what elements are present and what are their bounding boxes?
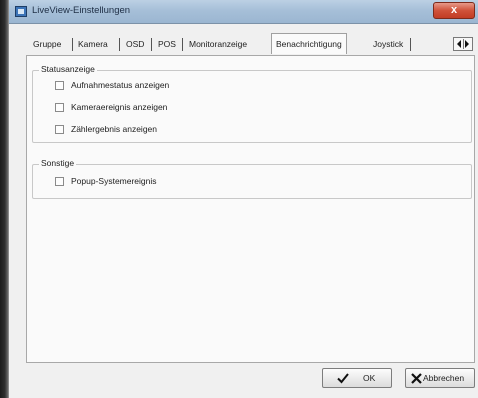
tab-panel-benachrichtigung: Statusanzeige Aufnahmestatus anzeigen Ka…: [26, 55, 475, 363]
close-icon: x: [450, 4, 458, 16]
cancel-button-label: Abbrechen: [423, 373, 465, 383]
cancel-button[interactable]: Abbrechen: [405, 368, 475, 388]
background-window-edge: [0, 0, 8, 398]
close-x-icon: [411, 373, 422, 384]
group-title-sonstige: Sonstige: [39, 158, 77, 168]
check-icon: [337, 373, 349, 384]
checkbox-label[interactable]: Kameraereignis anzeigen: [71, 102, 167, 112]
tab-separator: [72, 38, 73, 51]
checkbox-label[interactable]: Zählergebnis anzeigen: [71, 124, 157, 134]
tab-monitoranzeige[interactable]: Monitoranzeige: [189, 35, 247, 53]
window-title: LiveView-Einstellungen: [32, 5, 131, 16]
tab-gruppe[interactable]: Gruppe: [33, 35, 61, 53]
tab-separator: [151, 38, 152, 51]
tab-kamera[interactable]: Kamera: [78, 35, 108, 53]
group-sonstige: Sonstige Popup-Systemereignis: [32, 158, 472, 199]
settings-dialog: LiveView-Einstellungen x Gruppe Kamera O…: [8, 0, 478, 398]
tab-separator: [410, 38, 411, 51]
tab-scroll-divider: [463, 39, 464, 49]
tab-pos[interactable]: POS: [158, 35, 176, 53]
tab-strip: Gruppe Kamera OSD POS Monitoranzeige Ben…: [9, 33, 478, 55]
tab-scroll-buttons: [453, 37, 473, 51]
checkbox-box[interactable]: [55, 125, 64, 134]
tab-benachrichtigung[interactable]: Benachrichtigung: [271, 33, 347, 54]
title-bar[interactable]: LiveView-Einstellungen x: [9, 0, 478, 24]
checkbox-label[interactable]: Aufnahmestatus anzeigen: [71, 80, 169, 90]
group-title-statusanzeige: Statusanzeige: [39, 64, 97, 74]
tab-osd[interactable]: OSD: [126, 35, 144, 53]
tab-separator: [182, 38, 183, 51]
checkbox-label[interactable]: Popup-Systemereignis: [71, 176, 157, 186]
checkbox-box[interactable]: [55, 81, 64, 90]
tab-joystick[interactable]: Joystick: [373, 35, 403, 53]
app-icon: [15, 6, 27, 17]
ok-button[interactable]: OK: [322, 368, 392, 388]
checkbox-box[interactable]: [55, 177, 64, 186]
group-statusanzeige: Statusanzeige Aufnahmestatus anzeigen Ka…: [32, 64, 472, 143]
checkbox-box[interactable]: [55, 103, 64, 112]
tab-scroll-right-icon[interactable]: [465, 40, 469, 48]
tab-scroll-left-icon[interactable]: [457, 40, 461, 48]
ok-button-label: OK: [363, 373, 376, 383]
tab-separator: [119, 38, 120, 51]
close-button[interactable]: x: [433, 2, 475, 19]
